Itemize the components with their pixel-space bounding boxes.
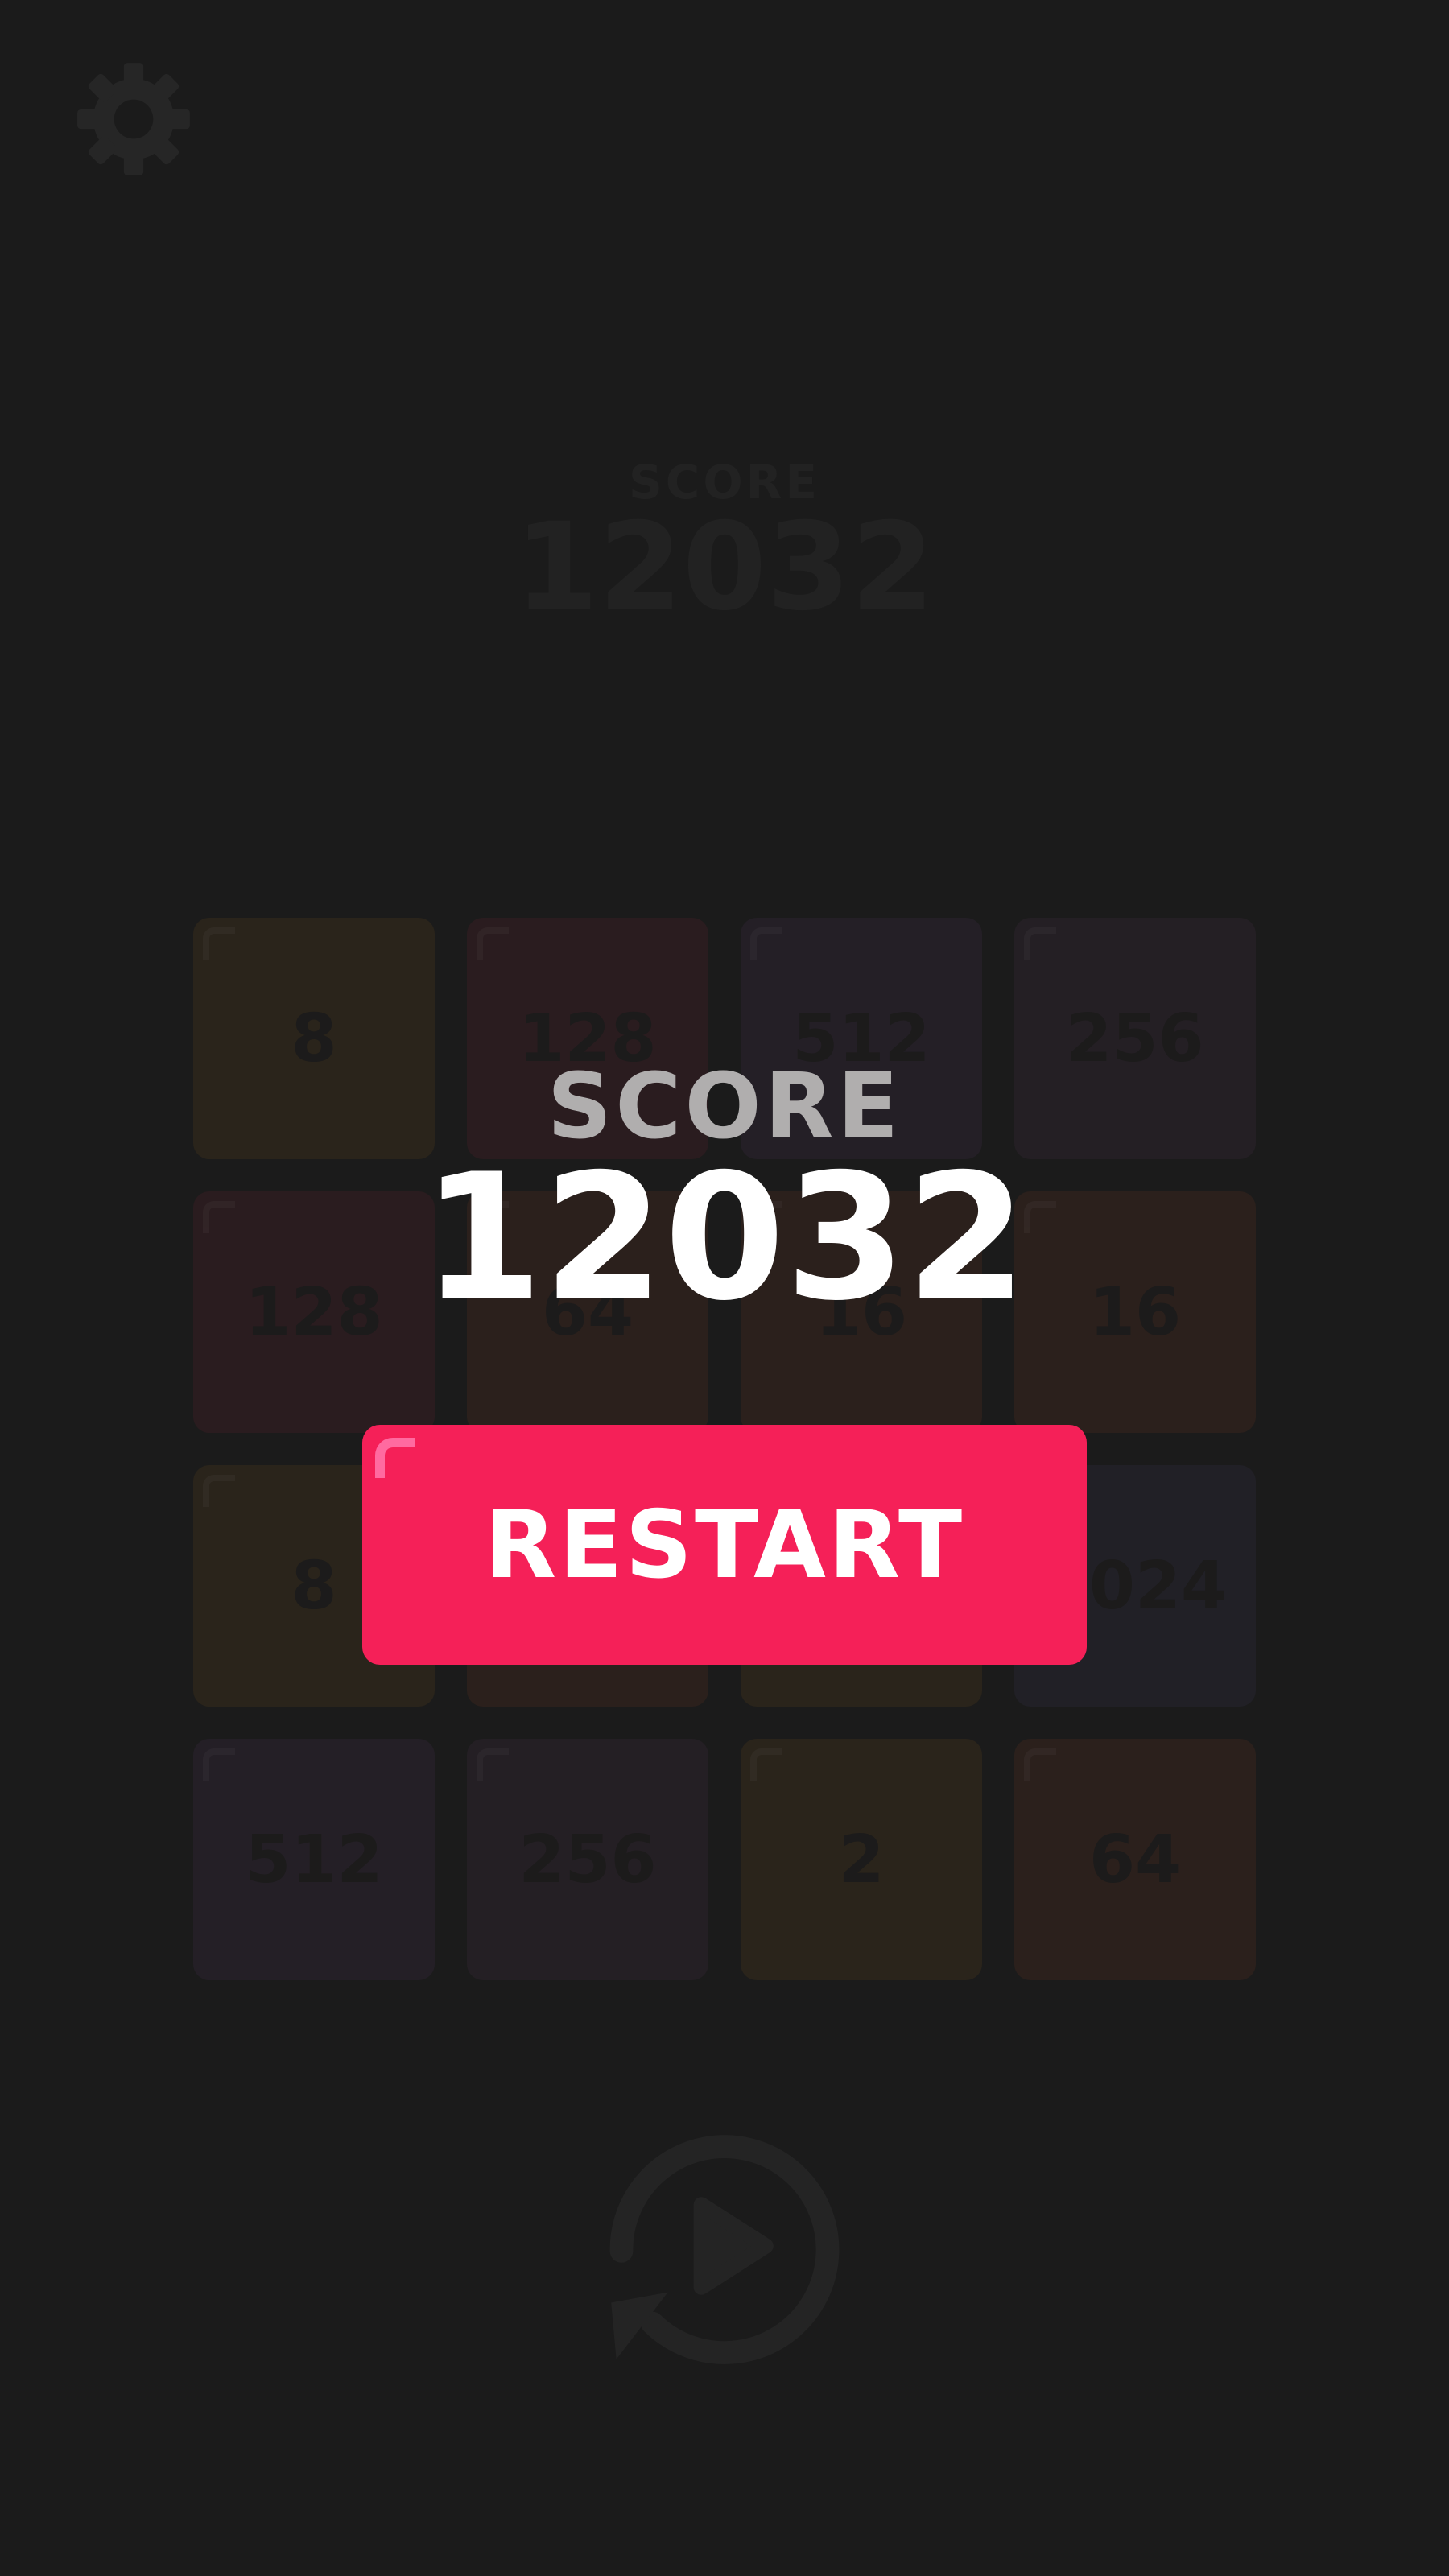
background-score-value: 12032 [514,497,935,638]
tile-highlight [477,1748,509,1781]
button-highlight [375,1438,415,1478]
tile-value: 256 [518,1821,657,1898]
tile-value: 8 [291,1547,337,1624]
tile: 64 [1014,1739,1256,1980]
tile-highlight [203,1748,235,1781]
final-score-value: 12032 [422,1137,1027,1339]
tile-highlight [750,1748,782,1781]
tile-highlight [1024,1748,1056,1781]
tile: 2 [741,1739,982,1980]
tile-value: 2 [838,1821,885,1898]
restart-button[interactable]: RESTART [362,1425,1087,1665]
tile-highlight [203,927,235,960]
tile-highlight [477,927,509,960]
tile-highlight [203,1475,235,1507]
replay-icon[interactable] [596,2117,853,2375]
tile-value: 64 [1088,1821,1182,1898]
tile-highlight [1024,927,1056,960]
restart-button-label: RESTART [484,1490,965,1600]
tile-highlight [750,927,782,960]
tile: 256 [467,1739,708,1980]
tile-value: 512 [245,1821,383,1898]
settings-gear-icon[interactable] [72,58,195,180]
tile: 512 [193,1739,435,1980]
